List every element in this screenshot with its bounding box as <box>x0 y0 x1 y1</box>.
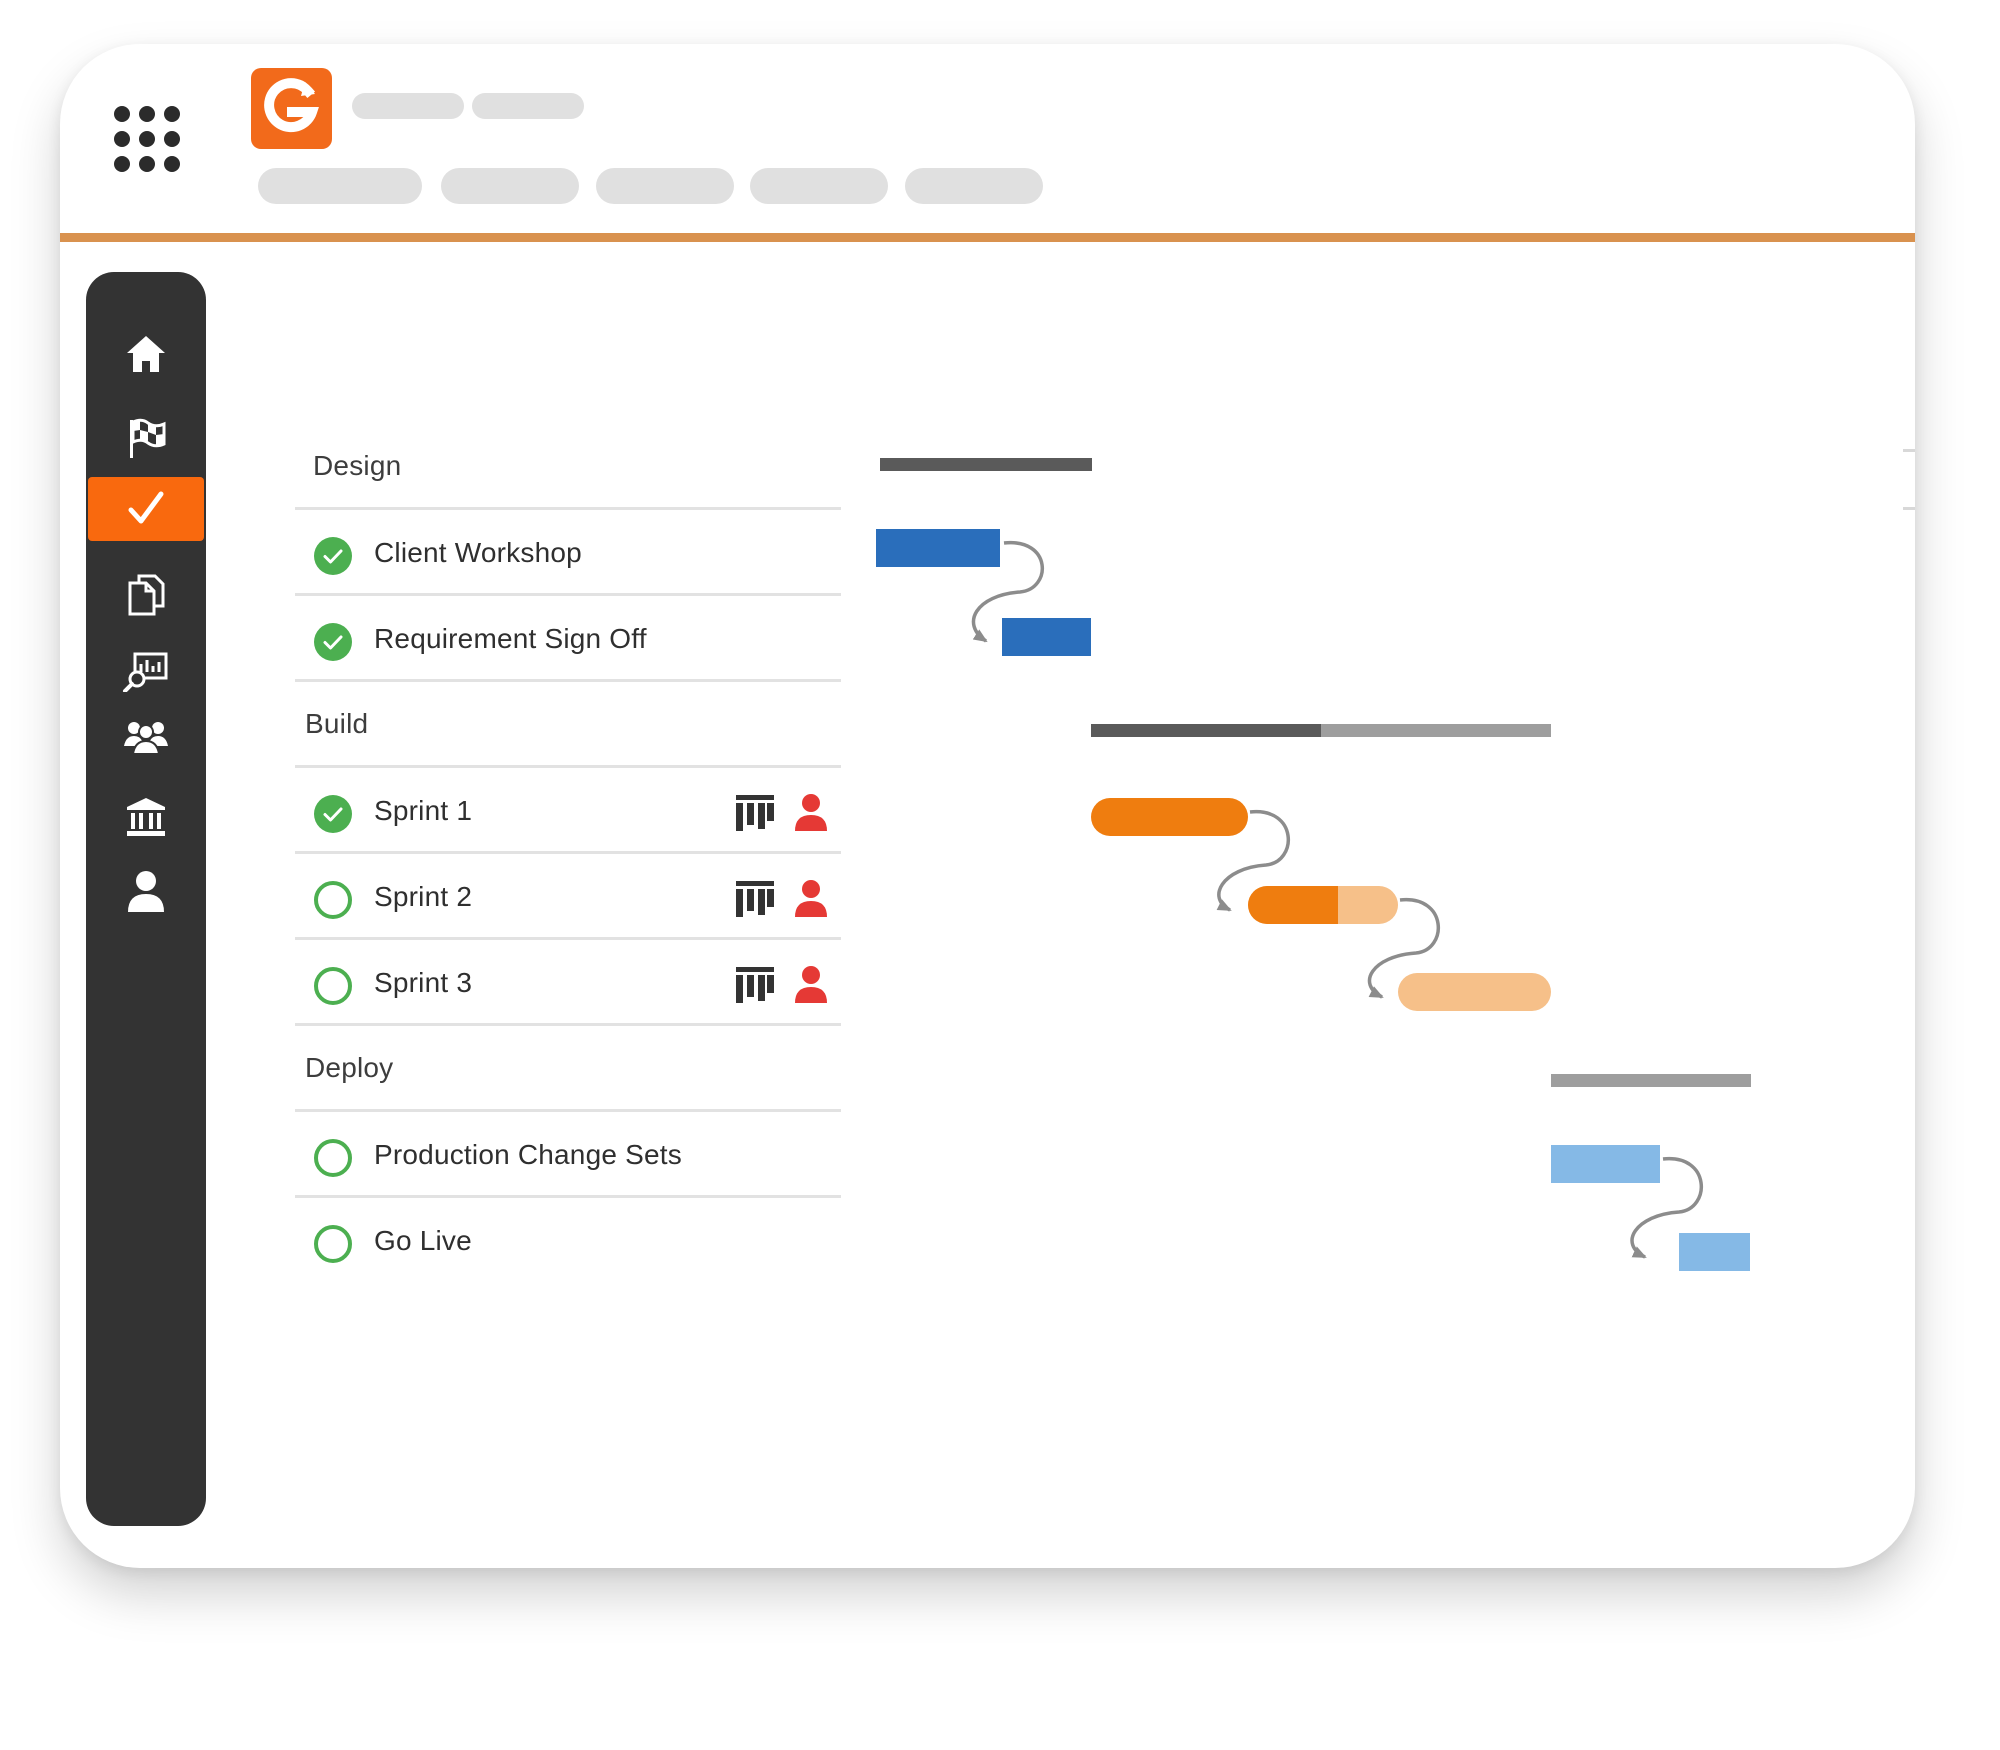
nav-documents[interactable] <box>86 562 206 626</box>
scroll-marker <box>1903 449 1915 452</box>
tab-4[interactable] <box>750 168 888 204</box>
tab-2[interactable] <box>441 168 579 204</box>
nav-finance[interactable] <box>86 785 206 849</box>
task-row[interactable]: Client Workshop <box>295 510 841 596</box>
app-window: Design Client Workshop Requirement Sign … <box>60 44 1915 1568</box>
sprint-3-bar[interactable] <box>1398 973 1551 1011</box>
nav-reports[interactable] <box>86 638 206 702</box>
go-live-bar[interactable] <box>1679 1233 1750 1271</box>
nav-tasks[interactable] <box>88 477 204 541</box>
group-label: Build <box>305 708 369 739</box>
logo-g-mark <box>264 78 319 133</box>
task-row[interactable]: Sprint 2 <box>295 854 841 940</box>
board-icon[interactable] <box>736 881 774 917</box>
design-summary-bar[interactable] <box>880 458 1092 471</box>
group-row-design: Design <box>295 424 841 510</box>
subtitle-placeholder <box>472 93 584 119</box>
sprint-1-bar[interactable] <box>1091 798 1248 836</box>
task-label[interactable]: Sprint 1 <box>374 795 472 827</box>
assignee-icon[interactable] <box>794 879 828 917</box>
task-label[interactable]: Sprint 3 <box>374 967 472 999</box>
task-row[interactable]: Sprint 3 <box>295 940 841 1026</box>
scroll-marker <box>1903 507 1915 510</box>
group-row-build: Build <box>295 682 841 768</box>
build-summary-bar-remaining[interactable] <box>1321 724 1551 737</box>
task-row[interactable]: Go Live <box>295 1198 841 1284</box>
assignee-icon[interactable] <box>794 965 828 1003</box>
production-change-sets-bar[interactable] <box>1551 1145 1660 1183</box>
documents-icon <box>128 574 165 616</box>
task-label[interactable]: Sprint 2 <box>374 881 472 913</box>
task-label[interactable]: Client Workshop <box>374 537 582 569</box>
search-report-icon <box>123 652 168 692</box>
group-row-deploy: Deploy <box>295 1026 841 1112</box>
status-open-icon[interactable] <box>314 881 352 919</box>
build-summary-bar-complete[interactable] <box>1091 724 1321 737</box>
client-workshop-bar[interactable] <box>876 529 1000 567</box>
nav-team[interactable] <box>86 704 206 768</box>
header-divider <box>60 233 1915 242</box>
nav-profile[interactable] <box>86 860 206 924</box>
tab-1[interactable] <box>258 168 422 204</box>
brand-logo[interactable] <box>251 68 332 149</box>
task-row[interactable]: Production Change Sets <box>295 1112 841 1198</box>
nav-milestones[interactable] <box>86 406 206 470</box>
group-label: Deploy <box>305 1052 394 1083</box>
task-label[interactable]: Requirement Sign Off <box>374 623 647 655</box>
title-placeholder <box>352 93 464 119</box>
sidebar <box>86 272 206 1526</box>
requirement-sign-off-bar[interactable] <box>1002 618 1091 656</box>
assignee-icon[interactable] <box>794 793 828 831</box>
tab-3[interactable] <box>596 168 734 204</box>
status-open-icon[interactable] <box>314 967 352 1005</box>
status-complete-icon[interactable] <box>314 623 352 661</box>
checkmark-icon <box>128 491 164 524</box>
bank-icon <box>127 798 165 836</box>
task-label[interactable]: Production Change Sets <box>374 1139 682 1171</box>
task-label[interactable]: Go Live <box>374 1225 472 1257</box>
nav-home[interactable] <box>86 322 206 386</box>
status-complete-icon[interactable] <box>314 537 352 575</box>
flag-icon <box>130 418 166 458</box>
task-row[interactable]: Requirement Sign Off <box>295 596 841 682</box>
team-icon <box>124 722 168 755</box>
deploy-summary-bar[interactable] <box>1551 1074 1751 1087</box>
app-launcher-icon[interactable] <box>114 106 180 172</box>
status-open-icon[interactable] <box>314 1139 352 1177</box>
user-icon <box>128 871 164 912</box>
group-label: Design <box>313 450 402 481</box>
task-row[interactable]: Sprint 1 <box>295 768 841 854</box>
board-icon[interactable] <box>736 795 774 831</box>
board-icon[interactable] <box>736 967 774 1003</box>
tab-5[interactable] <box>905 168 1043 204</box>
home-icon <box>127 336 165 372</box>
top-bar <box>60 44 1915 236</box>
status-complete-icon[interactable] <box>314 795 352 833</box>
sprint-2-bar-progress[interactable] <box>1248 886 1338 924</box>
status-open-icon[interactable] <box>314 1225 352 1263</box>
